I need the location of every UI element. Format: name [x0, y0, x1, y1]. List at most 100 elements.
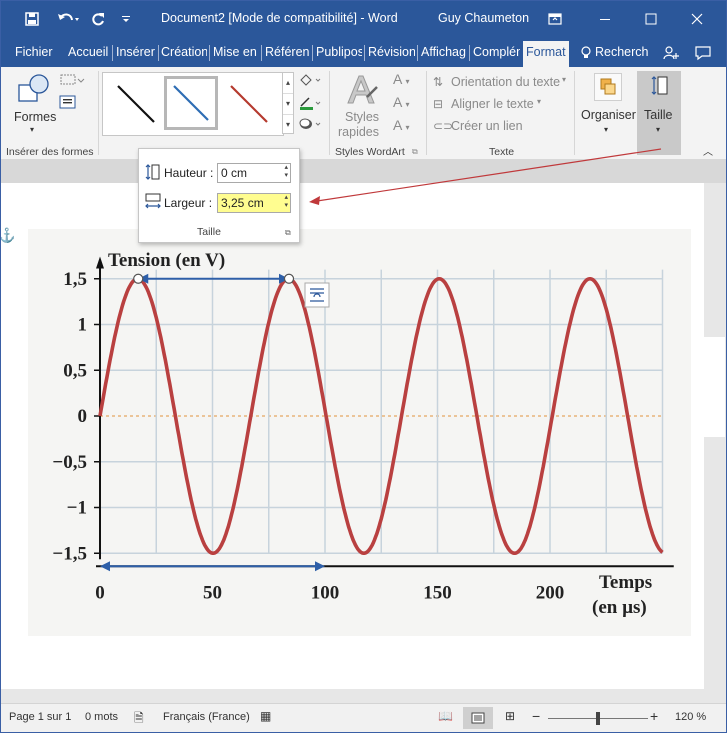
status-bar: Page 1 sur 1 0 mots 🗎 Français (France) … — [1, 703, 726, 732]
align-text-button[interactable]: Aligner le texte — [451, 97, 534, 111]
ribbon-tabs: Fichier Accueil Insérer Création Mise en… — [1, 37, 726, 67]
width-spinner[interactable]: ▴ ▾ — [284, 194, 288, 210]
search-tell-me[interactable]: Recherch — [595, 45, 649, 59]
text-effects-icon[interactable]: A ▾ — [393, 117, 409, 133]
document-title: Document2 [Mode de compatibilité] - Word — [161, 11, 398, 25]
zoom-in-icon[interactable]: + — [650, 708, 658, 724]
user-name[interactable]: Guy Chaumeton — [438, 11, 529, 25]
width-value: 3,25 cm — [221, 196, 264, 210]
create-link-button[interactable]: Créer un lien — [451, 119, 523, 133]
x-tick-label: 150 — [423, 582, 452, 603]
customize-icon[interactable] — [119, 9, 133, 29]
tab-mise-en-page[interactable]: Mise en — [213, 45, 259, 59]
text-outline-icon[interactable]: A ▾ — [393, 94, 409, 110]
sine-wave-chart[interactable]: 1,5 1 0,5 0 −0,5 −1 −1,5 0 50 100 150 200 Tension (… — [28, 229, 691, 636]
close-icon[interactable] — [677, 5, 717, 33]
zoom-level[interactable]: 120 % — [675, 711, 706, 723]
shape-outline-icon[interactable] — [298, 95, 322, 114]
y-axis-label: Tension (en V) — [108, 250, 225, 271]
x-tick-label: 0 — [95, 582, 105, 603]
size-popup: Hauteur : 0 cm ▴ ▾ Largeur : 3,25 cm ▴ ▾ T… — [138, 148, 300, 243]
tab-revision[interactable]: Révision — [368, 45, 415, 59]
shape-fill-icon[interactable] — [298, 73, 322, 90]
chevron-down-icon: ▾ — [656, 125, 661, 134]
tab-separator — [469, 45, 470, 61]
word-count[interactable]: 0 mots — [85, 711, 118, 723]
shape-styles-gallery — [102, 72, 284, 136]
text-orientation-button[interactable]: Orientation du texte — [451, 75, 560, 89]
callout-arrow — [309, 148, 662, 205]
styles-label-2[interactable]: rapides — [338, 125, 379, 139]
collapse-ribbon-icon[interactable]: ︿ — [703, 143, 713, 158]
y-tick-label: 0,5 — [63, 360, 87, 381]
maximize-icon[interactable] — [631, 5, 671, 33]
group-separator — [98, 71, 99, 155]
text-fill-icon[interactable]: A ▾ — [393, 71, 409, 87]
redo-icon[interactable] — [87, 9, 109, 29]
x-tick-label: 50 — [203, 582, 222, 603]
tab-separator — [261, 45, 262, 61]
tab-separator — [364, 45, 365, 61]
width-input[interactable]: 3,25 cm ▴ ▾ — [217, 193, 291, 213]
style-black-line[interactable] — [108, 76, 162, 130]
page-count[interactable]: Page 1 sur 1 — [9, 711, 71, 723]
share-icon[interactable] — [663, 43, 679, 63]
word-window: Document2 [Mode de compatibilité] - Word… — [0, 0, 727, 733]
arrange-button[interactable]: Organiser — [581, 108, 636, 122]
y-tick-label: 1,5 — [63, 269, 87, 290]
tab-affichage[interactable]: Affichag — [421, 45, 467, 59]
style-blue-line[interactable] — [164, 76, 218, 130]
style-red-line[interactable] — [221, 76, 275, 130]
lightbulb-icon — [579, 45, 593, 61]
shapes-icon[interactable] — [17, 73, 51, 108]
shapes-button[interactable]: Formes — [14, 110, 56, 124]
zoom-slider-thumb[interactable] — [596, 712, 600, 725]
tab-fichier[interactable]: Fichier — [15, 45, 55, 59]
height-input[interactable]: 0 cm ▴ ▾ — [217, 163, 291, 183]
tab-separator — [312, 45, 313, 61]
align-text-icon: ⊟ — [433, 97, 444, 111]
x-axis-label-line1: Temps — [599, 572, 652, 593]
text-orientation-icon: ⇅ — [433, 75, 444, 89]
height-value: 0 cm — [221, 166, 248, 180]
wordart-icon[interactable] — [345, 73, 379, 110]
x-tick-label: 200 — [536, 582, 565, 603]
zoom-out-icon[interactable]: − — [532, 708, 540, 724]
edit-shape-icon[interactable] — [59, 73, 85, 90]
undo-icon[interactable] — [53, 9, 83, 29]
title-bar: Document2 [Mode de compatibilité] - Word… — [1, 1, 726, 37]
tab-separator — [112, 45, 113, 61]
print-layout-icon[interactable] — [463, 707, 493, 729]
tab-complements[interactable]: Complém — [473, 45, 520, 59]
shape-effects-icon[interactable] — [298, 117, 322, 134]
proofing-icon[interactable]: 🗎 — [134, 709, 144, 730]
size-group-label: Taille — [197, 226, 221, 238]
tab-accueil[interactable]: Accueil — [68, 45, 110, 59]
gallery-scroll[interactable]: ▴ ▾ ▾ — [282, 72, 294, 134]
minimize-icon[interactable] — [585, 5, 625, 33]
arrange-icon[interactable] — [594, 73, 622, 101]
save-icon[interactable] — [21, 9, 43, 29]
language-indicator[interactable]: Français (France) — [163, 711, 250, 723]
ribbon-display-icon[interactable] — [535, 5, 575, 33]
shapes-dropdown-icon[interactable]: ▾ — [30, 125, 34, 134]
styles-label-1[interactable]: Styles — [345, 110, 379, 124]
tab-inserer[interactable]: Insérer — [116, 45, 156, 59]
tab-format[interactable]: Format — [523, 41, 569, 67]
comments-icon[interactable] — [695, 43, 711, 63]
wrap-options-icon[interactable] — [304, 282, 330, 308]
text-box-icon[interactable] — [59, 95, 77, 112]
read-mode-icon[interactable]: 📖 — [438, 709, 453, 723]
tab-references[interactable]: Référenc — [265, 45, 310, 59]
y-tick-label: −1,5 — [52, 543, 87, 564]
tab-separator — [417, 45, 418, 61]
macro-icon[interactable]: ▦ — [260, 709, 271, 723]
tab-publipostage[interactable]: Publipos — [316, 45, 362, 59]
height-spinner[interactable]: ▴ ▾ — [284, 164, 288, 180]
tab-separator — [209, 45, 210, 61]
chevron-down-icon: ▾ — [537, 97, 542, 106]
tab-creation[interactable]: Création — [161, 45, 207, 59]
web-layout-icon[interactable]: ⊞ — [505, 709, 515, 723]
size-label: Taille — [644, 108, 673, 122]
dialog-launcher-icon[interactable]: ⧉ — [285, 228, 291, 238]
